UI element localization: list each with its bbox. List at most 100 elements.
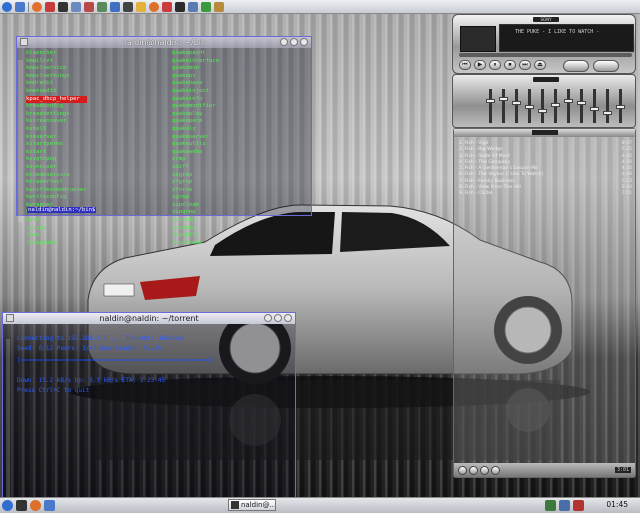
file-entry: kpac_dhcp_helper [26,95,87,104]
firefox-icon[interactable] [32,1,42,12]
terminal-window-bin[interactable]: naldin@naldin: ~/bin klauncher kmailcvt km… [16,36,312,246]
eq-band-slider[interactable] [603,89,612,123]
settings-icon[interactable] [71,1,81,12]
eq-band-slider[interactable] [577,89,586,123]
seek-bar[interactable] [459,53,632,57]
eq-band-slider[interactable] [551,89,560,123]
file-entry: quakeinject [172,87,210,94]
eq-band-slider[interactable] [486,89,495,123]
previous-button[interactable]: ⏮ [459,60,471,70]
playlist-footer: 3:01 [454,463,635,477]
file-entry: lame [26,232,40,239]
eq-band-slider[interactable] [538,89,547,123]
eq-band-slider[interactable] [616,89,625,123]
volume-knob[interactable] [563,60,589,72]
editor-icon[interactable] [188,1,198,12]
shell-prompt: naldin@naldin:~/bin$ [27,207,97,213]
file-entry: kstartperms [26,141,64,148]
eq-band-thumb[interactable] [616,105,625,109]
file-list-column-1: klauncher kmailcvt kmailservice kmailsettin… [26,50,87,247]
next-button[interactable]: ⏭ [519,60,531,70]
playlist-item[interactable]: 9. Fish - Cliche 7:01 [459,191,632,197]
pause-button[interactable]: ⏸ [489,60,501,70]
playlist-header[interactable] [454,129,635,137]
eq-band-slider[interactable] [564,89,573,123]
eq-band-slider[interactable] [512,89,521,123]
eq-band-slider[interactable] [525,89,534,123]
maximize-button[interactable] [274,314,282,322]
window-menu-icon[interactable] [6,314,14,322]
kde-menu-icon[interactable] [2,500,13,511]
play-button[interactable]: ▶ [474,60,486,70]
add-button[interactable] [458,465,467,475]
eq-band-thumb[interactable] [538,109,547,113]
kde-menu-icon[interactable] [2,1,12,12]
kopete-icon[interactable] [136,1,146,12]
tray-network-icon[interactable] [545,500,556,511]
help-icon[interactable] [110,1,120,12]
torrent-status-line: Connecting to 192.168.1.1 ... Torrent: J… [17,335,184,342]
file-entry: l2ping [26,224,47,231]
window-menu-icon[interactable] [20,38,28,46]
konqueror-icon[interactable] [45,1,55,12]
eq-band-thumb[interactable] [551,103,560,107]
file-entry: lameglobal [26,239,60,246]
firefox-icon[interactable] [30,500,41,511]
eq-band-slider[interactable] [590,89,599,123]
misc-button[interactable] [491,465,500,475]
file-entry: kunittestmodrunner [26,186,87,193]
audio-equalizer[interactable] [452,74,636,128]
home-icon[interactable] [15,1,25,12]
music-icon[interactable] [201,1,211,12]
eq-band-thumb[interactable] [564,99,573,103]
eject-button[interactable]: ⏏ [534,60,546,70]
audio-player-main[interactable]: SONY THE PUKE - I LIKE TO WATCH - ⏮ ▶ ⏸ … [452,14,636,74]
terminal-window-titlebar[interactable]: naldin@naldin: ~/torrent [3,313,295,324]
select-button[interactable] [480,465,489,475]
terminal-output[interactable]: klauncher kmailcvt kmailservice kmailsettin… [17,48,311,246]
terminal-scrollbar[interactable] [18,60,23,222]
terminal-icon[interactable] [58,1,68,12]
eq-band-thumb[interactable] [499,97,508,101]
tray-sound-icon[interactable] [559,500,570,511]
playlist-entries[interactable]: 1. Fish - Vigil 8:47 2. Fish - Big Wedge 5:… [459,141,632,198]
file-entry: quakeinfo [172,95,203,102]
taskbar-task-terminal[interactable]: naldin@... [228,499,276,511]
terminal-icon [231,501,239,509]
terminal-window-torrent[interactable]: naldin@naldin: ~/torrent Connecting to 1… [2,312,296,499]
maximize-button[interactable] [290,38,298,46]
terminal-icon[interactable] [123,1,133,12]
terminal-window-titlebar[interactable]: naldin@naldin: ~/bin [17,37,311,48]
stop-button[interactable]: ⏹ [504,60,516,70]
eq-band-thumb[interactable] [512,101,521,105]
top-panel [0,0,640,14]
close-button[interactable] [284,314,292,322]
balance-knob[interactable] [593,60,619,72]
eq-band-thumb[interactable] [486,99,495,103]
terminal-icon[interactable] [16,500,27,511]
eq-band-thumb[interactable] [590,107,599,111]
file-entry: ksmserver [26,133,57,140]
audio-playlist[interactable]: 1. Fish - Vigil 8:47 2. Fish - Big Wedge 5:… [453,128,636,478]
terminal-icon[interactable] [175,1,185,12]
torrent-progress-line: [=======================================… [17,357,213,364]
firefox-icon[interactable] [149,1,159,12]
minimize-button[interactable] [264,314,272,322]
calendar-icon[interactable] [97,1,107,12]
terminal-output[interactable]: Connecting to 192.168.1.1 ... Torrent: J… [3,325,295,499]
eq-band-thumb[interactable] [577,101,586,105]
file-entry: zipsplit [172,232,199,239]
terminal-scrollbar[interactable] [6,339,10,499]
minimize-button[interactable] [280,38,288,46]
image-icon[interactable] [214,1,224,12]
remove-button[interactable] [469,465,478,475]
close-button[interactable] [300,38,308,46]
konqueror-icon[interactable] [162,1,172,12]
tray-clipboard-icon[interactable] [573,500,584,511]
mail-icon[interactable] [84,1,94,12]
file-entry: klauncher [26,50,57,56]
home-icon[interactable] [44,500,55,511]
eq-band-thumb[interactable] [603,111,612,115]
eq-band-slider[interactable] [499,89,508,123]
eq-band-thumb[interactable] [525,105,534,109]
